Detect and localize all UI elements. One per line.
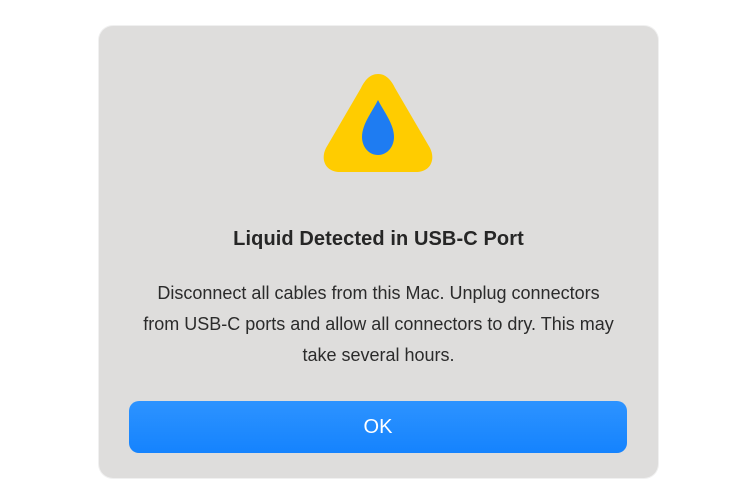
dialog-message: Disconnect all cables from this Mac. Unp… bbox=[143, 283, 614, 365]
dialog-title: Liquid Detected in USB-C Port bbox=[233, 228, 524, 250]
liquid-detected-dialog: Liquid Detected in USB-C Port Disconnect… bbox=[99, 26, 658, 478]
ok-button[interactable]: OK bbox=[129, 401, 627, 453]
water-warning-icon bbox=[323, 74, 433, 172]
